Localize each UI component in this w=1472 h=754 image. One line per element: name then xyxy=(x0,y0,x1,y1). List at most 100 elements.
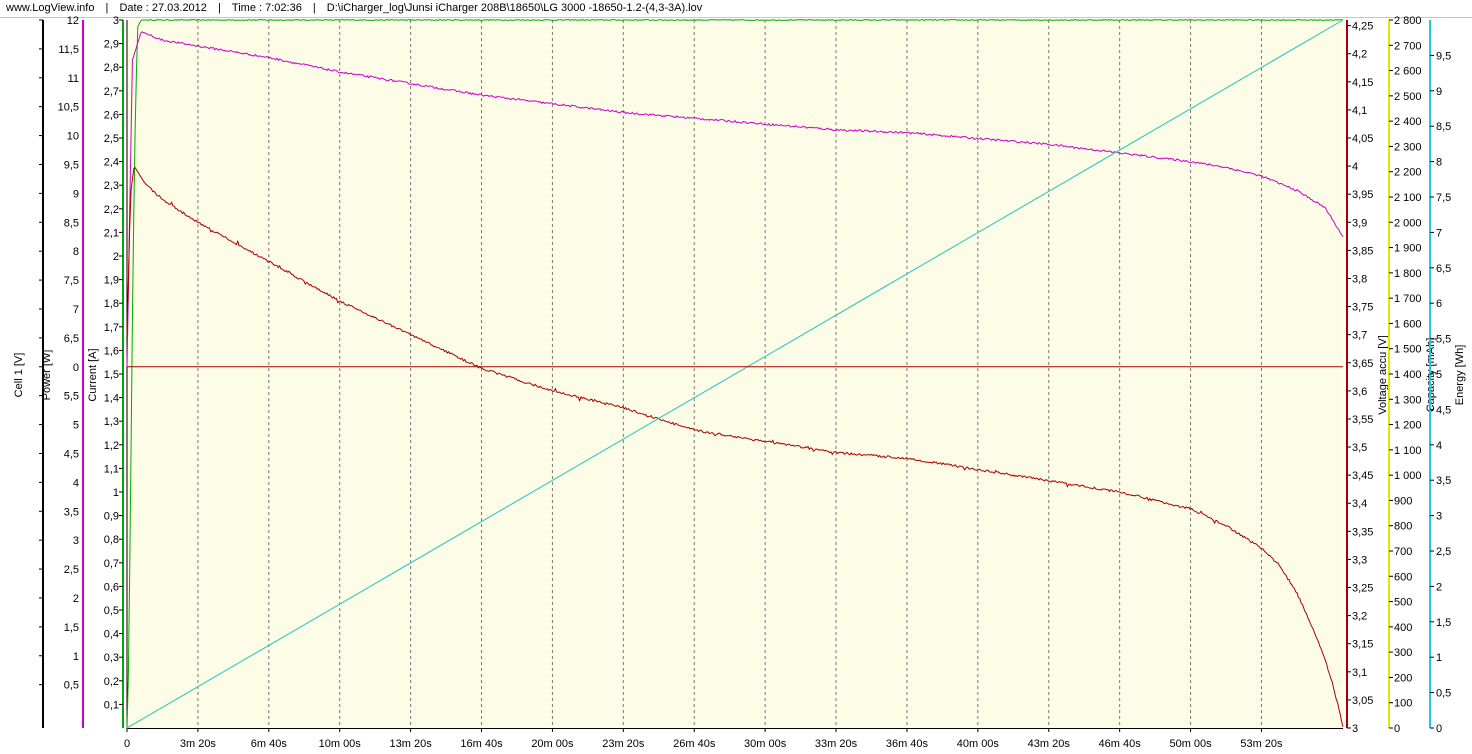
y-tick-label: 2 600 xyxy=(1394,66,1422,78)
y-tick-label: 800 xyxy=(1394,521,1412,533)
y-tick-label: 2 500 xyxy=(1394,91,1422,103)
y-tick-label: 0,2 xyxy=(104,676,119,688)
y-tick-label: 3 xyxy=(1352,723,1358,735)
y-tick-label: 4,25 xyxy=(1352,21,1373,33)
y-tick-label: 6 xyxy=(1436,298,1442,310)
y-tick-label: 900 xyxy=(1394,495,1412,507)
y-tick-label: 1,3 xyxy=(104,416,119,428)
y-tick-label: 0,5 xyxy=(1436,688,1451,700)
y-tick-label: 7 xyxy=(1436,227,1442,239)
y-tick-label: 200 xyxy=(1394,672,1412,684)
x-tick-label: 36m 40s xyxy=(886,738,929,750)
y-tick-label: 2,6 xyxy=(104,109,119,121)
y-tick-label: 1 400 xyxy=(1394,369,1422,381)
y-tick-label: 0 xyxy=(1436,723,1442,735)
y-tick-label: 8 xyxy=(1436,157,1442,169)
y-tick-label: 1 500 xyxy=(1394,344,1422,356)
y-tick-label: 0,5 xyxy=(64,680,79,692)
y-tick-label: 3,5 xyxy=(1436,475,1451,487)
y-tick-label: 3,7 xyxy=(1352,330,1367,342)
y-tick-label: 7,5 xyxy=(1436,192,1451,204)
y-tick-label: 0,5 xyxy=(104,605,119,617)
axis-title-voltage: Voltage accu [V] xyxy=(1377,335,1389,415)
y-tick-label: 5,5 xyxy=(1436,334,1451,346)
y-tick-label: 3,9 xyxy=(1352,217,1367,229)
y-tick-label: 11,5 xyxy=(58,44,79,56)
y-tick-label: 2 800 xyxy=(1394,15,1422,27)
axis-energy: 9,5 9 8,5 8 7,5 7 6,5 6 5,5 5 4,5 4 3,5 3 2,5 2 1,5 1 0,5 0… xyxy=(1429,20,1466,735)
y-tick-label: 400 xyxy=(1394,622,1412,634)
x-tick-label: 13m 20s xyxy=(390,738,433,750)
y-tick-label: 4,5 xyxy=(1436,404,1451,416)
y-tick-label: 1 800 xyxy=(1394,268,1422,280)
y-tick-label: 3,8 xyxy=(1352,273,1367,285)
x-tick-label: 10m 00s xyxy=(319,738,362,750)
y-tick-label: 5 xyxy=(1436,369,1442,381)
y-tick-label: 2,9 xyxy=(104,39,119,51)
y-tick-label: 3,35 xyxy=(1352,526,1373,538)
y-tick-label: 1,2 xyxy=(104,440,119,452)
y-tick-label: 2 xyxy=(1436,581,1442,593)
y-tick-label: 2 xyxy=(113,251,119,263)
y-tick-label: 2,5 xyxy=(104,133,119,145)
y-tick-label: 0 xyxy=(73,362,79,374)
y-tick-label: 3,15 xyxy=(1352,639,1373,651)
y-tick-label: 9,5 xyxy=(64,159,79,171)
y-tick-label: 3,4 xyxy=(1352,498,1367,510)
y-tick-label: 3 xyxy=(1436,511,1442,523)
y-tick-label: 3 xyxy=(113,15,119,27)
y-tick-label: 1 700 xyxy=(1394,293,1422,305)
y-tick-label: 7,5 xyxy=(64,275,79,287)
y-tick-label: 1 xyxy=(1436,652,1442,664)
y-tick-label: 700 xyxy=(1394,546,1412,558)
y-tick-label: 0,6 xyxy=(104,581,119,593)
y-tick-label: 0,3 xyxy=(104,652,119,664)
y-tick-label: 4,1 xyxy=(1352,105,1367,117)
y-tick-label: 0,8 xyxy=(104,534,119,546)
y-tick-label: 3 xyxy=(73,535,79,547)
y-tick-label: 1 200 xyxy=(1394,420,1422,432)
y-tick-label: 1 600 xyxy=(1394,318,1422,330)
y-tick-label: 0 xyxy=(1394,723,1400,735)
x-tick-label: 16m 40s xyxy=(460,738,503,750)
y-tick-label: 8,5 xyxy=(64,217,79,229)
y-tick-label: 9,5 xyxy=(1436,50,1451,62)
y-tick-label: 8 xyxy=(73,246,79,258)
y-tick-label: 1 900 xyxy=(1394,243,1422,255)
y-tick-label: 1,5 xyxy=(64,622,79,634)
y-tick-label: 300 xyxy=(1394,647,1412,659)
axis-voltage: 4,25 4,2 4,15 4,1 4,05 4 3,95 3,9 3,85 3,8 3,75 3,7… xyxy=(1346,20,1389,735)
y-tick-label: 4,2 xyxy=(1352,49,1367,61)
x-tick-label: 33m 20s xyxy=(815,738,858,750)
y-tick-label: 4,15 xyxy=(1352,77,1373,89)
y-tick-label: 4 xyxy=(73,477,79,489)
y-tick-label: 2,2 xyxy=(104,204,119,216)
y-tick-label: 3,05 xyxy=(1352,695,1373,707)
axis-current: 3 2,9 2,8 2,7 2,6 2,5 2,4 2,3 2,2 2,1 2 1,9 1,8 1,7 1,… xyxy=(87,15,124,728)
y-tick-label: 3,1 xyxy=(1352,667,1367,679)
x-tick-label: 6m 40s xyxy=(251,738,288,750)
x-tick-label: 3m 20s xyxy=(180,738,217,750)
y-tick-label: 6,5 xyxy=(64,333,79,345)
y-tick-label: 2 000 xyxy=(1394,217,1422,229)
y-tick-label: 1 xyxy=(113,487,119,499)
y-tick-label: 3,3 xyxy=(1352,554,1367,566)
y-tick-label: 4 xyxy=(1352,161,1358,173)
y-tick-label: 1,5 xyxy=(1436,617,1451,629)
y-tick-label: 8,5 xyxy=(1436,121,1451,133)
y-tick-label: 2 xyxy=(73,593,79,605)
y-tick-label: 1,8 xyxy=(104,298,119,310)
x-tick-label: 43m 20s xyxy=(1028,738,1071,750)
y-tick-label: 2,8 xyxy=(104,62,119,74)
y-tick-label: 500 xyxy=(1394,597,1412,609)
axis-title-energy: Energy [Wh] xyxy=(1454,345,1466,406)
axis-title-current: Current [A] xyxy=(87,348,99,401)
y-tick-label: 2 400 xyxy=(1394,116,1422,128)
y-tick-label: 2 700 xyxy=(1394,40,1422,52)
y-tick-label: 1,5 xyxy=(104,369,119,381)
y-tick-label: 3,95 xyxy=(1352,189,1373,201)
y-tick-label: 600 xyxy=(1394,571,1412,583)
y-tick-label: 2,4 xyxy=(104,157,119,169)
axis-title-cell1: Cell 1 [V] xyxy=(13,353,25,398)
y-tick-label: 2 300 xyxy=(1394,141,1422,153)
